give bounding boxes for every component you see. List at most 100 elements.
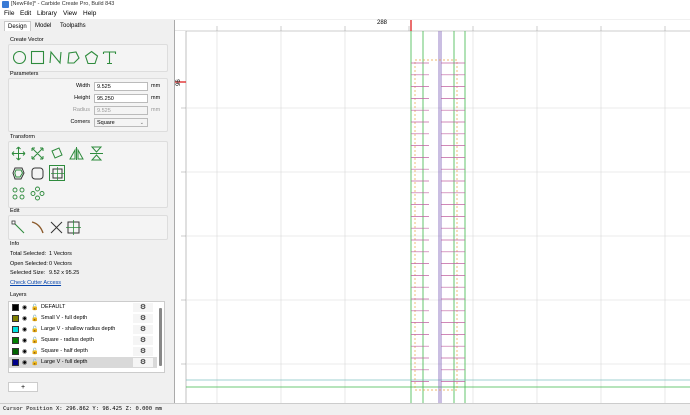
corners-value: Square: [97, 120, 115, 126]
menu-library[interactable]: Library: [37, 10, 57, 17]
check-cutter-access-link[interactable]: Check Cutter Access: [10, 280, 61, 286]
menu-view[interactable]: View: [63, 10, 77, 17]
edit-nodes-icon[interactable]: [11, 220, 26, 235]
status-bar: Cursor Position X: 296.862 Y: 98.425 Z: …: [0, 403, 690, 415]
open-selected-value: 0 Vectors: [49, 261, 72, 267]
layers-list: ◉ 🔓 DEFAULT ⚙ ◉ 🔓 Small V - full depth ⚙…: [8, 301, 165, 373]
toolpath-lines: [186, 31, 690, 403]
height-input[interactable]: 95.250: [94, 94, 148, 103]
eye-icon[interactable]: ◉: [22, 304, 27, 311]
eye-icon[interactable]: ◉: [22, 315, 27, 322]
pentagon-icon[interactable]: [84, 50, 99, 65]
layer-name: Large V - full depth: [41, 359, 88, 365]
radius-input[interactable]: 9.525: [94, 106, 148, 115]
lock-icon[interactable]: 🔓: [31, 304, 38, 311]
move-icon[interactable]: [11, 146, 26, 161]
selected-size-label: Selected Size:: [10, 270, 46, 276]
width-input[interactable]: 9.525: [94, 82, 148, 91]
info-title: Info: [10, 241, 20, 247]
canvas-grid: [186, 31, 690, 403]
gear-icon[interactable]: ⚙: [133, 314, 153, 323]
lock-icon[interactable]: 🔓: [31, 348, 38, 355]
layer-row[interactable]: ◉ 🔓 Small V - full depth ⚙: [9, 313, 157, 324]
layer-row[interactable]: ◉ 🔓 Square - half depth ⚙: [9, 346, 157, 357]
menu-edit[interactable]: Edit: [20, 10, 31, 17]
rectangle-icon[interactable]: [30, 50, 45, 65]
gear-icon[interactable]: ⚙: [133, 358, 153, 367]
fillet-icon[interactable]: [30, 166, 45, 181]
gear-icon[interactable]: ⚙: [133, 303, 153, 312]
flip-icon[interactable]: [89, 146, 104, 161]
menu-bar: File Edit Library View Help: [0, 9, 690, 19]
tab-design[interactable]: Design: [4, 21, 31, 31]
circular-array-icon[interactable]: [30, 186, 45, 201]
layer-row[interactable]: ◉ 🔓 Square - radius depth ⚙: [9, 335, 157, 346]
layer-row-selected[interactable]: ◉ 🔓 Large V - full depth ⚙: [9, 357, 157, 368]
layer-name: Large V - shallow radius depth: [41, 326, 116, 332]
array-icon[interactable]: [11, 186, 26, 201]
text-icon[interactable]: [102, 50, 117, 65]
layers-title: Layers: [10, 292, 27, 298]
height-label: Height: [74, 95, 90, 101]
selected-vector[interactable]: [438, 31, 442, 403]
lock-icon[interactable]: 🔓: [31, 337, 38, 344]
open-selected-label: Open Selected:: [10, 261, 48, 267]
selected-size-value: 9.52 x 95.25: [49, 270, 80, 276]
top-ruler-label: 288: [377, 20, 388, 26]
layer-color-swatch[interactable]: [12, 359, 19, 366]
width-label: Width: [75, 83, 90, 89]
width-unit: mm: [151, 83, 161, 89]
tab-model[interactable]: Model: [32, 21, 54, 31]
design-canvas[interactable]: 288 96: [174, 20, 690, 403]
lock-icon[interactable]: 🔓: [31, 359, 38, 366]
rotate-icon[interactable]: [49, 146, 64, 161]
create-vector-box: [8, 44, 168, 72]
gear-icon[interactable]: ⚙: [133, 336, 153, 345]
corners-select[interactable]: Square ⌄: [94, 118, 148, 127]
eye-icon[interactable]: ◉: [22, 326, 27, 333]
selection-outline: [414, 59, 458, 391]
corners-label: Corners: [70, 119, 90, 125]
layer-name: DEFAULT: [41, 304, 66, 310]
layer-color-swatch[interactable]: [12, 315, 19, 322]
menu-file[interactable]: File: [4, 10, 14, 17]
edit-title: Edit: [10, 208, 20, 214]
offset-icon[interactable]: [11, 166, 26, 181]
layer-color-swatch[interactable]: [12, 348, 19, 355]
title-bar: [NewFile]* - Carbide Create Pro, Build 8…: [0, 0, 690, 9]
left-ruler: [175, 31, 186, 403]
layer-color-swatch[interactable]: [12, 304, 19, 311]
tab-toolpaths[interactable]: Toolpaths: [57, 21, 89, 31]
cursor-position: Cursor Position X: 296.862 Y: 98.425 Z: …: [3, 406, 162, 412]
layers-scrollbar[interactable]: [159, 308, 162, 366]
polygon-icon[interactable]: [66, 50, 81, 65]
radius-unit: mm: [151, 107, 161, 113]
left-ruler-label: 96: [176, 79, 182, 86]
app-icon: [2, 1, 9, 8]
transform-title: Transform: [10, 134, 35, 140]
eye-icon[interactable]: ◉: [22, 337, 27, 344]
add-layer-button[interactable]: +: [8, 382, 38, 392]
curve-icon[interactable]: [48, 50, 63, 65]
boolean-icon[interactable]: [66, 220, 81, 235]
lock-icon[interactable]: 🔓: [31, 326, 38, 333]
gear-icon[interactable]: ⚙: [133, 347, 153, 356]
layer-name: Square - half depth: [41, 348, 88, 354]
circle-icon[interactable]: [12, 50, 27, 65]
trim-icon[interactable]: [30, 220, 45, 235]
layer-row[interactable]: ◉ 🔓 DEFAULT ⚙: [9, 302, 157, 313]
gear-icon[interactable]: ⚙: [133, 325, 153, 334]
align-button[interactable]: [49, 165, 65, 181]
window-title: [NewFile]* - Carbide Create Pro, Build 8…: [11, 1, 115, 7]
height-unit: mm: [151, 95, 161, 101]
menu-help[interactable]: Help: [83, 10, 96, 17]
lock-icon[interactable]: 🔓: [31, 315, 38, 322]
mirror-icon[interactable]: [69, 146, 84, 161]
eye-icon[interactable]: ◉: [22, 348, 27, 355]
scale-icon[interactable]: [30, 146, 45, 161]
layer-row[interactable]: ◉ 🔓 Large V - shallow radius depth ⚙: [9, 324, 157, 335]
layer-color-swatch[interactable]: [12, 337, 19, 344]
layer-color-swatch[interactable]: [12, 326, 19, 333]
join-icon[interactable]: [49, 220, 64, 235]
eye-icon[interactable]: ◉: [22, 359, 27, 366]
